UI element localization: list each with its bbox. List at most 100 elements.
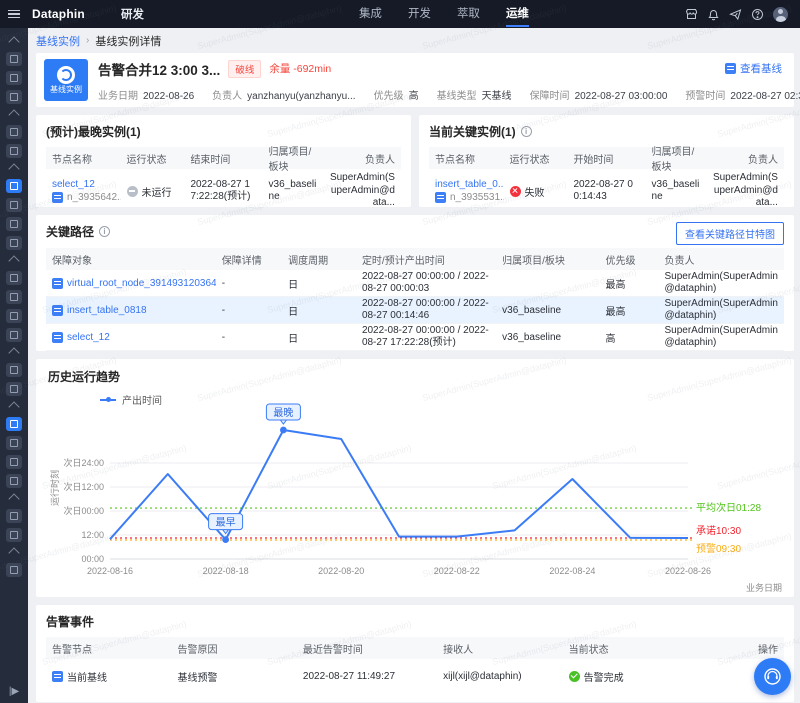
sidebar-item-3[interactable] — [6, 90, 22, 104]
sidebar-item-15[interactable] — [6, 309, 22, 323]
node-type-icon — [52, 192, 63, 203]
node-link[interactable]: insert_table_0... — [435, 179, 504, 190]
sidebar-item-27[interactable] — [6, 528, 22, 542]
node-type-icon — [52, 278, 63, 289]
baseline-logo-icon — [57, 66, 75, 84]
sidebar-item-24[interactable] — [6, 474, 22, 488]
sidebar-item-22[interactable] — [6, 436, 22, 450]
reference-line-label: 平均次日01:28 — [696, 501, 761, 514]
y-tick-label: 次日24:00 — [63, 457, 104, 468]
data-point-marker — [222, 536, 229, 543]
sidebar-item-16[interactable] — [6, 328, 22, 342]
node-type-icon — [52, 671, 63, 682]
topbar-icons — [685, 7, 800, 22]
current-instance-row: insert_table_0... n_3935531... 失败 2022-0… — [429, 169, 784, 213]
sidebar-group-chevron-icon[interactable] — [8, 109, 19, 120]
baseline-instance-badge: 基线实例 — [44, 59, 88, 101]
sidebar-nav: |▶ — [0, 28, 28, 703]
y-tick-label: 12:00 — [81, 530, 104, 540]
sidebar-item-6[interactable] — [6, 144, 22, 158]
sidebar-item-5[interactable] — [6, 125, 22, 139]
baseline-link-icon — [725, 63, 736, 74]
status-notrun-icon — [127, 186, 138, 197]
x-tick-label: 2022-08-18 — [203, 566, 249, 576]
sidebar-group-chevron-icon[interactable] — [8, 36, 19, 47]
sidebar-item-active[interactable] — [6, 179, 22, 193]
sidebar-item-26[interactable] — [6, 509, 22, 523]
margin-value: 余量 -692min — [269, 61, 331, 76]
sidebar-group-chevron-icon[interactable] — [8, 347, 19, 358]
annotation-pointer — [280, 420, 286, 424]
current-instance-title: 当前关键实例(1) — [429, 123, 516, 140]
latest-instance-panel: (预计)最晚实例(1) 节点名称运行状态 结束时间归属项目/板块 负责人 sel… — [36, 115, 411, 207]
sidebar-item-23[interactable] — [6, 455, 22, 469]
annotation-label: 最晚 — [273, 407, 293, 419]
menu-item-extract[interactable]: 萃取 — [457, 0, 480, 28]
sidebar-group-chevron-icon[interactable] — [8, 401, 19, 412]
x-tick-label: 2022-08-16 — [87, 566, 133, 576]
y-tick-label: 次日00:00 — [63, 505, 104, 516]
x-tick-label: 2022-08-20 — [318, 566, 364, 576]
bell-icon[interactable] — [707, 8, 720, 21]
info-icon[interactable]: i — [99, 226, 110, 237]
history-trend-card: 历史运行趋势 产出时间 00:0012:00次日00:00次日12:00次日24… — [36, 359, 794, 597]
reference-line-label: 预警09:30 — [696, 542, 741, 555]
headset-icon — [762, 666, 783, 687]
node-type-icon — [52, 305, 63, 316]
sidebar-item-13[interactable] — [6, 271, 22, 285]
sidebar-item-10[interactable] — [6, 217, 22, 231]
sidebar-item-18[interactable] — [6, 363, 22, 377]
customer-service-button[interactable] — [754, 658, 791, 695]
table-row[interactable]: select_12 - 日 2022-08-27 00:00:00 / 2022… — [46, 324, 784, 351]
sidebar-item-14[interactable] — [6, 290, 22, 304]
menu-item-integration[interactable]: 集成 — [359, 0, 382, 28]
breadcrumb-baseline-instances[interactable]: 基线实例 — [36, 33, 80, 49]
sidebar-item-active[interactable] — [6, 417, 22, 431]
node-link[interactable]: select_12 — [52, 179, 95, 190]
node-type-icon — [435, 192, 446, 203]
y-axis-title: 运行时刻 — [49, 470, 60, 506]
brand-logo[interactable]: Dataphin — [32, 7, 85, 21]
sidebar-group-chevron-icon[interactable] — [8, 547, 19, 558]
feedback-icon[interactable] — [729, 8, 742, 21]
sidebar-item-19[interactable] — [6, 382, 22, 396]
annotation-label: 最早 — [216, 517, 236, 529]
sidebar-group-chevron-icon[interactable] — [8, 163, 19, 174]
alerts-table-header: 告警节点告警原因 最近告警时间接收人 当前状态操作 — [46, 637, 784, 659]
current-instance-panel: 当前关键实例(1) i 节点名称运行状态 开始时间归属项目/板块 负责人 ins… — [419, 115, 794, 207]
trend-title: 历史运行趋势 — [48, 368, 120, 385]
topbar: Dataphin 研发 集成 开发 萃取 运维 — [0, 0, 800, 28]
sidebar-item-9[interactable] — [6, 198, 22, 212]
hamburger-menu-icon[interactable] — [0, 10, 28, 19]
x-tick-label: 2022-08-22 — [434, 566, 480, 576]
alert-events-card: 告警事件 告警节点告警原因 最近告警时间接收人 当前状态操作 当前基线 基线预警… — [36, 605, 794, 702]
help-icon[interactable] — [751, 8, 764, 21]
legend-line-icon — [100, 399, 116, 401]
table-row[interactable]: virtual_root_node_3914931203640918016 - … — [46, 270, 784, 297]
sidebar-item-1[interactable] — [6, 52, 22, 66]
menu-item-develop[interactable]: 开发 — [408, 0, 431, 28]
view-baseline-link[interactable]: 查看基线 — [725, 61, 782, 76]
view-gantt-button[interactable]: 查看关键路径甘特图 — [676, 222, 784, 245]
breadcrumb: 基线实例 › 基线实例详情 — [36, 28, 794, 53]
annotation-pointer — [223, 530, 229, 534]
broken-line-tag: 破线 — [228, 60, 261, 78]
current-instance-table-header: 节点名称运行状态 开始时间归属项目/板块 负责人 — [429, 147, 784, 169]
sidebar-item-29[interactable] — [6, 563, 22, 577]
menu-item-operations[interactable]: 运维 — [506, 0, 529, 28]
sidebar-item-11[interactable] — [6, 236, 22, 250]
market-icon[interactable] — [685, 8, 698, 21]
reference-line-label: 承诺10:30 — [696, 525, 741, 537]
sidebar-item-2[interactable] — [6, 71, 22, 85]
product-name[interactable]: 研发 — [121, 6, 144, 22]
sidebar-group-chevron-icon[interactable] — [8, 255, 19, 266]
latest-instance-title: (预计)最晚实例(1) — [46, 123, 141, 140]
sidebar-expand-icon[interactable]: |▶ — [0, 686, 28, 697]
chart-legend[interactable]: 产出时间 — [100, 392, 782, 407]
user-avatar[interactable] — [773, 7, 788, 22]
sidebar-group-chevron-icon[interactable] — [8, 493, 19, 504]
node-type-icon — [52, 332, 63, 343]
table-row-selected[interactable]: insert_table_0818 - 日 2022-08-27 00:00:0… — [46, 297, 784, 324]
breadcrumb-current: 基线实例详情 — [95, 33, 161, 49]
info-icon[interactable]: i — [521, 126, 532, 137]
